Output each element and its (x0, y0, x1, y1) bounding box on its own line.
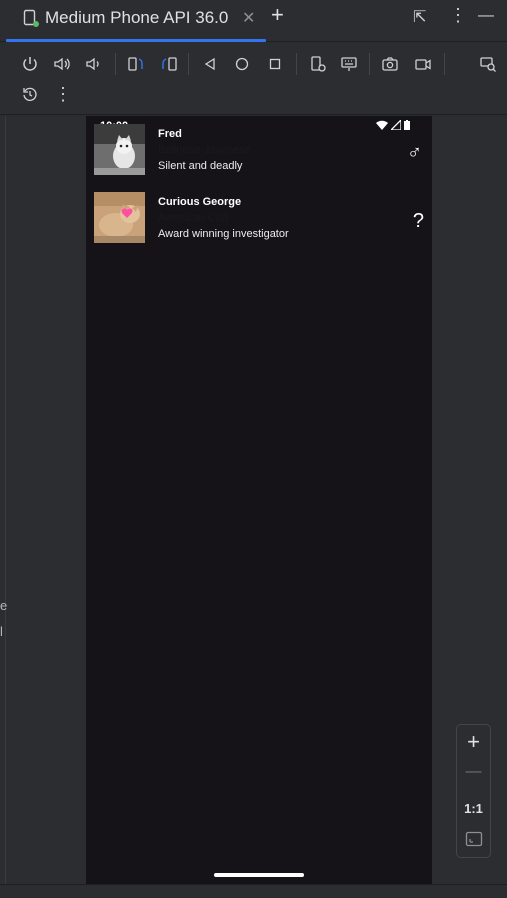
toolbar-separator (115, 53, 116, 75)
back-icon[interactable] (199, 53, 221, 75)
power-icon[interactable] (19, 53, 41, 75)
snapshot-icon[interactable] (19, 83, 41, 105)
zoom-out-button[interactable]: — (457, 763, 490, 781)
close-icon[interactable]: ✕ (242, 8, 255, 28)
edge-text: l (0, 624, 3, 639)
volume-down-icon[interactable] (82, 53, 104, 75)
cat-photo-curious-george (94, 192, 145, 243)
tab-device[interactable]: Medium Phone API 36.0 ✕ (6, 0, 266, 42)
overview-icon[interactable] (264, 53, 286, 75)
zoom-fit-icon[interactable] (457, 831, 490, 852)
tab-title: Medium Phone API 36.0 (45, 8, 229, 27)
list-item[interactable]: Curious George American Curl Award winni… (86, 186, 432, 246)
cat-breed: American Curl (158, 212, 228, 224)
cat-description: Silent and deadly (158, 160, 243, 172)
left-gutter (5, 116, 86, 884)
toolbar-separator (296, 53, 297, 75)
tab-active-indicator (6, 39, 266, 42)
tab-bar: Medium Phone API 36.0 ✕ + ⇱ ⋮ — (0, 0, 507, 42)
cat-description: Award winning investigator (158, 228, 289, 240)
male-gender-icon: ♂ (407, 142, 422, 164)
cat-name: Fred (158, 128, 182, 140)
more-vertical-icon[interactable]: ⋮ (52, 83, 74, 105)
zoom-actual-size-button[interactable]: 1:1 (457, 801, 490, 816)
toolbar-separator (369, 53, 370, 75)
keyboard-icon[interactable] (338, 53, 360, 75)
unknown-gender-icon: ? (412, 210, 424, 232)
volume-up-icon[interactable] (51, 53, 73, 75)
zoom-controls: + — 1:1 (456, 724, 491, 858)
device-screen[interactable]: 10:00 Fred Balinese-Javanese Silent and … (86, 116, 432, 884)
rotate-left-icon[interactable] (125, 53, 147, 75)
device-icon (23, 9, 39, 27)
device-settings-icon[interactable] (307, 53, 329, 75)
cat-photo-fred (94, 124, 145, 175)
gesture-nav-handle[interactable] (214, 873, 304, 877)
zoom-in-button[interactable]: + (457, 729, 490, 755)
home-icon[interactable] (231, 53, 253, 75)
list-item[interactable]: Fred Balinese-Javanese Silent and deadly… (86, 118, 432, 178)
bottom-status-strip (0, 884, 507, 898)
toolbar-separator (188, 53, 189, 75)
camera-icon[interactable] (379, 53, 401, 75)
emulator-toolbar: ⋮ (0, 43, 507, 115)
open-in-window-icon[interactable]: ⇱ (413, 7, 426, 27)
more-options-icon[interactable]: ⋮ (449, 5, 467, 26)
screen-record-icon[interactable] (412, 53, 434, 75)
rotate-right-icon[interactable] (158, 53, 180, 75)
cat-breed: Balinese-Javanese (158, 144, 251, 156)
edge-text: e (0, 598, 8, 613)
cat-name: Curious George (158, 196, 242, 208)
toolbar-separator (444, 53, 445, 75)
minimize-icon[interactable]: — (478, 7, 494, 25)
device-mirror-icon[interactable] (477, 53, 499, 75)
add-tab-button[interactable]: + (271, 4, 284, 26)
